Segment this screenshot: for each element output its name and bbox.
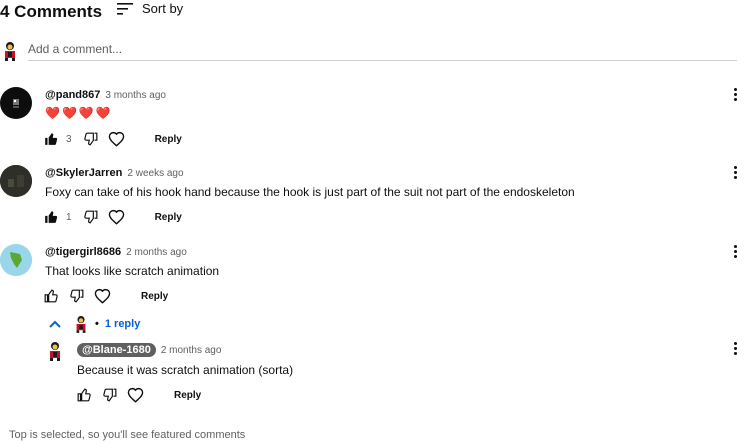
chevron-up-icon <box>49 320 61 328</box>
sort-by-label: Sort by <box>142 1 184 16</box>
kebab-menu-icon[interactable] <box>731 245 739 258</box>
comment-author[interactable]: @tigergirl8686 <box>45 246 121 258</box>
replies-count-label: 1 reply <box>104 318 141 330</box>
replies-separator: • <box>95 318 99 330</box>
kebab-menu-icon[interactable] <box>731 342 739 355</box>
reply-button[interactable]: Reply <box>155 212 182 223</box>
avatar[interactable] <box>0 87 32 119</box>
like-count: 1 <box>66 211 72 223</box>
comment-actions: 3 Reply <box>44 131 182 147</box>
kebab-menu-icon[interactable] <box>731 88 739 101</box>
avatar[interactable] <box>0 244 32 276</box>
heart-icon[interactable] <box>127 387 144 403</box>
thumbs-down-icon[interactable] <box>83 132 98 146</box>
reply-button[interactable]: Reply <box>141 291 168 302</box>
comment-header: @pand867 3 months ago <box>45 89 166 101</box>
comment-text: That looks like scratch animation <box>45 264 220 278</box>
comment-time[interactable]: 2 weeks ago <box>127 168 183 179</box>
sort-icon <box>117 2 133 15</box>
comment-header: @tigergirl8686 2 months ago <box>45 246 187 258</box>
avatar[interactable] <box>0 165 32 197</box>
reply-actions: Reply <box>77 387 201 403</box>
comment-author[interactable]: @SkylerJarren <box>45 167 122 179</box>
thumbs-down-icon[interactable] <box>70 289 84 303</box>
reply-author-avatar-small <box>73 315 89 333</box>
reply-author[interactable]: @Blane-1680 <box>77 343 156 357</box>
thumbs-up-icon[interactable] <box>44 289 58 303</box>
comment-time[interactable]: 2 months ago <box>126 247 187 258</box>
comment-actions: 1 Reply <box>44 209 182 225</box>
add-comment-input[interactable]: Add a comment... <box>28 42 122 56</box>
thumbs-down-icon[interactable] <box>83 210 98 224</box>
comment-text: Foxy can take of his hook hand because t… <box>45 185 575 199</box>
sort-by-button[interactable]: Sort by <box>117 1 183 16</box>
reply-button[interactable]: Reply <box>174 390 201 401</box>
reply-button[interactable]: Reply <box>155 134 182 145</box>
comment-header: @SkylerJarren 2 weeks ago <box>45 167 184 179</box>
current-user-avatar <box>1 41 19 61</box>
add-comment-underline <box>28 60 737 61</box>
heart-icon[interactable] <box>108 131 125 147</box>
thumbs-up-icon[interactable] <box>77 388 91 402</box>
reply-time[interactable]: 2 months ago <box>161 345 222 356</box>
thumbs-up-icon[interactable] <box>44 132 58 146</box>
thumbs-down-icon[interactable] <box>103 388 117 402</box>
thumbs-up-icon[interactable] <box>44 210 58 224</box>
sort-status-text: Top is selected, so you'll see featured … <box>9 429 246 441</box>
comment-time[interactable]: 3 months ago <box>105 90 166 101</box>
replies-toggle-button[interactable]: • 1 reply <box>49 315 140 333</box>
like-count: 3 <box>66 133 72 145</box>
reply-header: @Blane-1680 2 months ago <box>77 343 221 357</box>
avatar[interactable] <box>46 341 64 361</box>
comment-author[interactable]: @pand867 <box>45 89 100 101</box>
comments-count-title: 4 Comments <box>0 2 103 21</box>
comment-actions: Reply <box>44 288 168 304</box>
kebab-menu-icon[interactable] <box>731 166 739 179</box>
heart-icon[interactable] <box>108 209 125 225</box>
heart-icon[interactable] <box>94 288 111 304</box>
comment-text: ❤️❤️❤️❤️ <box>45 106 113 120</box>
reply-text: Because it was scratch animation (sorta) <box>77 363 294 377</box>
